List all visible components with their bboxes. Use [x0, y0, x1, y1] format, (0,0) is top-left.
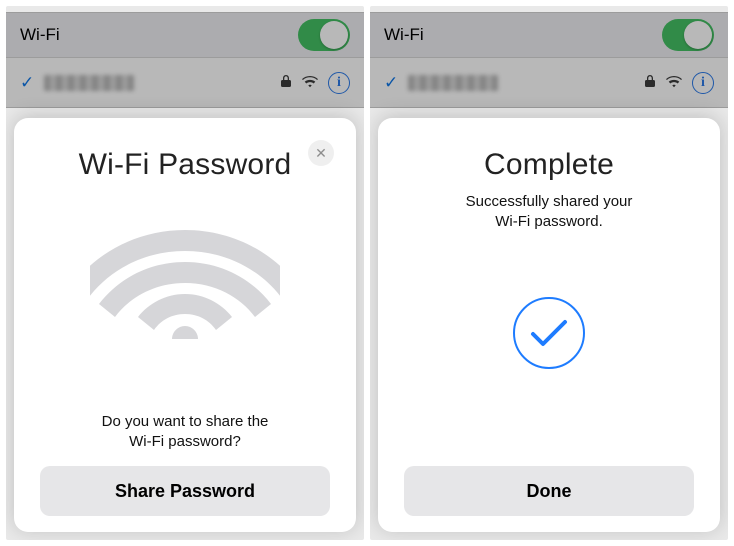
- wifi-large-icon: [90, 208, 280, 348]
- wifi-section-label: Wi-Fi: [384, 25, 662, 45]
- sheet-title: Wi-Fi Password: [79, 148, 292, 182]
- share-password-button[interactable]: Share Password: [40, 466, 330, 516]
- wifi-toggle-row: Wi-Fi: [6, 12, 364, 58]
- wifi-toggle[interactable]: [298, 19, 350, 51]
- network-name-redacted: [408, 75, 498, 91]
- wifi-toggle-row: Wi-Fi: [370, 12, 728, 58]
- lock-icon: [280, 73, 292, 93]
- checkmark-icon: ✓: [384, 73, 398, 93]
- info-icon[interactable]: i: [692, 72, 714, 94]
- close-icon[interactable]: ✕: [308, 140, 334, 166]
- success-check-icon: [513, 297, 585, 369]
- wifi-section-label: Wi-Fi: [20, 25, 298, 45]
- info-icon[interactable]: i: [328, 72, 350, 94]
- complete-sheet: Complete Successfully shared your Wi-Fi …: [378, 118, 720, 532]
- wifi-signal-icon: [666, 73, 682, 93]
- sheet-title: Complete: [484, 148, 614, 182]
- wifi-network-row[interactable]: ✓ i: [370, 58, 728, 108]
- share-password-sheet: ✕ Wi-Fi Password Do you want to share th…: [14, 118, 356, 532]
- wifi-toggle[interactable]: [662, 19, 714, 51]
- sheet-message: Successfully shared your Wi-Fi password.: [442, 192, 657, 233]
- wifi-signal-icon: [302, 73, 318, 93]
- done-button[interactable]: Done: [404, 466, 694, 516]
- wifi-network-row[interactable]: ✓ i: [6, 58, 364, 108]
- checkmark-icon: ✓: [20, 73, 34, 93]
- sheet-message: Do you want to share the Wi-Fi password?: [78, 412, 293, 467]
- screenshot-right: Wi-Fi ✓ i Complete Successfully: [370, 6, 728, 540]
- lock-icon: [644, 73, 656, 93]
- network-name-redacted: [44, 75, 134, 91]
- screenshot-left: Wi-Fi ✓ i ✕ Wi-Fi Password: [6, 6, 364, 540]
